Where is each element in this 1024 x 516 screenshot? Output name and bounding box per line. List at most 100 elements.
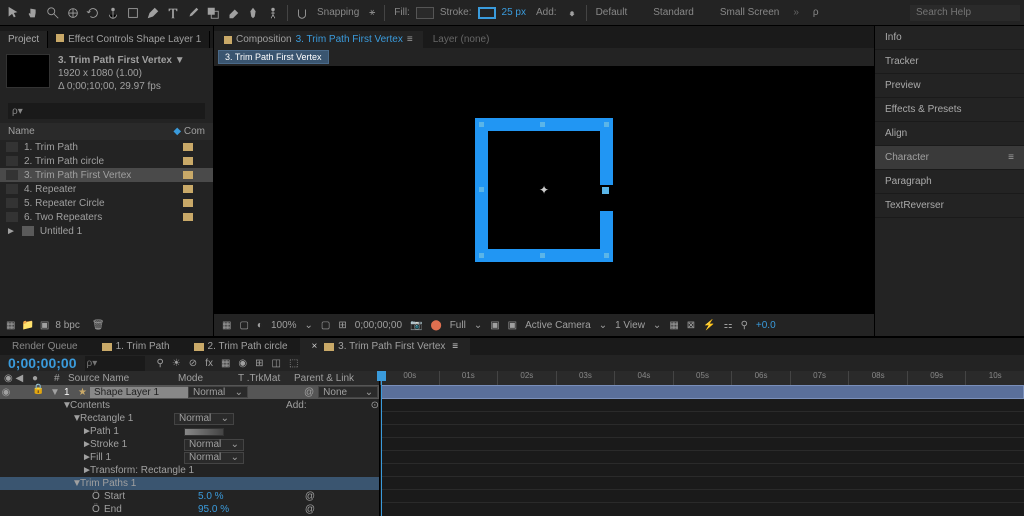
vertex-handle[interactable] — [540, 253, 545, 258]
fill-row[interactable]: ►Fill 1Normal⌄ — [0, 451, 379, 464]
view-options-icon[interactable]: ▦ — [669, 320, 678, 331]
vertex-handle[interactable] — [479, 122, 484, 127]
project-item[interactable]: 4. Repeater — [0, 182, 213, 196]
preview-panel[interactable]: Preview — [875, 74, 1024, 98]
playhead[interactable] — [381, 371, 382, 516]
fast-preview-icon[interactable]: ⚡ — [703, 320, 715, 331]
path-row[interactable]: ►Path 1 — [0, 425, 379, 438]
flowchart-icon[interactable]: ⚲ — [741, 320, 748, 331]
frame-blend-icon[interactable]: ▦ — [221, 358, 230, 369]
resolution-icon[interactable]: ▢ — [321, 320, 330, 331]
stroke-width[interactable]: 25 px — [502, 7, 526, 18]
view-layout-icon[interactable]: ▣ — [490, 320, 499, 331]
rotate-tool-icon[interactable] — [84, 4, 102, 22]
timeline-search-input[interactable] — [85, 356, 145, 371]
num-column[interactable]: # — [50, 373, 64, 383]
current-timecode[interactable]: 0;00;00;00 — [8, 355, 77, 371]
tag-icon[interactable]: ◆ — [173, 126, 181, 137]
timeline-tab[interactable]: 2. Trim Path circle — [182, 338, 300, 355]
vertex-handle[interactable] — [479, 253, 484, 258]
contents-row[interactable]: ▼ContentsAdd:⊙ — [0, 399, 379, 412]
expression-pickwhip-icon[interactable]: @ — [305, 491, 315, 502]
tab-menu-icon[interactable]: ≡ — [407, 34, 413, 45]
parent-column[interactable]: Parent & Link — [290, 373, 358, 383]
graph-editor-icon[interactable]: ⊞ — [255, 358, 263, 369]
layer-color-icon[interactable]: ★ — [78, 387, 90, 398]
anchor-point-icon[interactable]: ✦ — [539, 183, 549, 197]
end-value[interactable]: 95.0 % — [198, 504, 229, 515]
mode-column[interactable]: Mode — [174, 373, 234, 383]
align-panel[interactable]: Align — [875, 122, 1024, 146]
stroke-mode-dropdown[interactable]: Normal⌄ — [184, 439, 244, 451]
vertex-handle[interactable] — [540, 122, 545, 127]
pickwhip-icon[interactable]: @ — [304, 387, 314, 398]
project-item[interactable]: 1. Trim Path — [0, 140, 213, 154]
render-queue-tab[interactable]: Render Queue — [0, 338, 90, 355]
layer-tab[interactable]: Layer (none) — [423, 31, 500, 48]
pen-tool-icon[interactable] — [144, 4, 162, 22]
shy-icon[interactable]: ⚲ — [157, 358, 164, 369]
safe-zones-icon[interactable]: ⊞ — [338, 320, 346, 331]
visibility-toggle[interactable]: ◉ — [0, 387, 12, 398]
fill-swatch[interactable] — [416, 7, 434, 19]
search-icon[interactable]: ρ — [813, 7, 819, 18]
puppet-tool-icon[interactable] — [264, 4, 282, 22]
source-column[interactable]: Source Name — [64, 373, 174, 383]
timeline-icon[interactable]: ⚏ — [724, 320, 733, 331]
roto-tool-icon[interactable] — [244, 4, 262, 22]
motion-blur-icon[interactable]: ◉ — [238, 358, 247, 369]
brush-tool-icon[interactable] — [184, 4, 202, 22]
panel-menu-icon[interactable]: ≡ — [1008, 152, 1014, 163]
project-tab[interactable]: Project — [0, 31, 48, 48]
project-item[interactable]: 6. Two Repeaters — [0, 210, 213, 224]
snap-icon[interactable] — [293, 4, 311, 22]
workspace-overflow-icon[interactable]: » — [793, 7, 799, 18]
transform-row[interactable]: ►Transform: Rectangle 1 — [0, 464, 379, 477]
snapping-label[interactable]: Snapping — [317, 7, 359, 18]
trash-icon[interactable]: 🗑 — [92, 320, 105, 331]
shape-group-row[interactable]: ▼Rectangle 1Normal⌄ — [0, 412, 379, 425]
timeline-tab[interactable]: 1. Trim Path — [90, 338, 182, 355]
project-item[interactable]: 2. Trim Path circle — [0, 154, 213, 168]
paragraph-panel[interactable]: Paragraph — [875, 170, 1024, 194]
composition-viewport[interactable]: ✦ — [214, 66, 874, 314]
expression-pickwhip-icon[interactable]: @ — [305, 504, 315, 515]
orbit-tool-icon[interactable] — [64, 4, 82, 22]
hand-tool-icon[interactable] — [24, 4, 42, 22]
fill-mode-dropdown[interactable]: Normal⌄ — [184, 452, 244, 464]
parent-dropdown[interactable]: None⌄ — [318, 386, 378, 398]
comp-new-icon[interactable]: ▣ — [40, 320, 49, 331]
quality-icon[interactable]: ⊘ — [189, 358, 197, 369]
comp-dropdown-icon[interactable]: ▼ — [175, 55, 185, 66]
clone-tool-icon[interactable] — [204, 4, 222, 22]
bpc-label[interactable]: 8 bpc — [55, 320, 79, 331]
name-column[interactable]: Name — [8, 126, 35, 137]
stroke-row[interactable]: ►Stroke 1Normal⌄ — [0, 438, 379, 451]
add-menu-icon[interactable] — [563, 4, 581, 22]
grid-icon[interactable]: ▢ — [239, 320, 248, 331]
effect-controls-tab[interactable]: Effect Controls Shape Layer 1 — [48, 31, 210, 48]
layer-duration-bar[interactable] — [381, 385, 1024, 399]
project-item[interactable]: ►Untitled 1 — [0, 224, 213, 238]
interpret-icon[interactable]: ▦ — [6, 320, 15, 331]
time-ruler[interactable]: 00s 01s 02s 03s 04s 05s 06s 07s 08s 09s … — [380, 371, 1024, 385]
stopwatch-icon[interactable]: Ö — [92, 491, 104, 502]
time-display[interactable]: 0;00;00;00 — [355, 320, 402, 331]
text-tool-icon[interactable] — [164, 4, 182, 22]
draft3d-icon[interactable]: ◫ — [272, 358, 281, 369]
vertex-handle[interactable] — [479, 187, 484, 192]
composition-tab[interactable]: Composition 3. Trim Path First Vertex ≡ — [214, 31, 423, 48]
trim-start-row[interactable]: ÖStart5.0 %@ — [0, 490, 379, 503]
type-column[interactable]: Com — [184, 126, 205, 137]
rect-mode-dropdown[interactable]: Normal⌄ — [174, 413, 234, 425]
vertex-handle[interactable] — [604, 253, 609, 258]
comp-thumbnail[interactable] — [6, 54, 50, 88]
stopwatch-icon[interactable]: Ö — [92, 504, 104, 515]
views-dropdown[interactable]: 1 View — [615, 320, 645, 331]
textreverser-panel[interactable]: TextReverser — [875, 194, 1024, 218]
3d-icon[interactable]: ⬚ — [289, 358, 298, 369]
draft3d-icon[interactable]: ▣ — [508, 320, 517, 331]
flowchart-comp[interactable]: 3. Trim Path First Vertex — [218, 50, 329, 64]
blend-mode-dropdown[interactable]: Normal⌄ — [188, 386, 248, 398]
workspace-default[interactable]: Default — [596, 7, 628, 18]
